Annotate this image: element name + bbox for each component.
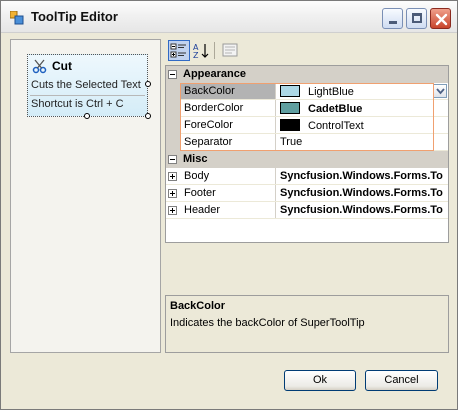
- window-title: ToolTip Editor: [31, 9, 118, 24]
- tooltip-title: Cut: [52, 59, 72, 73]
- description-text: Indicates the backColor of SuperToolTip: [170, 317, 365, 329]
- expand-icon[interactable]: [168, 206, 177, 215]
- resize-handle-bottom[interactable]: [84, 113, 90, 119]
- property-name[interactable]: Body: [181, 168, 276, 184]
- property-value[interactable]: Syncfusion.Windows.Forms.To: [277, 168, 448, 184]
- category-appearance[interactable]: Appearance: [166, 66, 448, 83]
- cancel-button[interactable]: Cancel: [365, 370, 438, 391]
- property-value-text: CadetBlue: [308, 103, 363, 115]
- property-row-body[interactable]: Body Syncfusion.Windows.Forms.To: [166, 168, 448, 185]
- svg-text:Z: Z: [193, 51, 199, 60]
- expand-icon[interactable]: [168, 189, 177, 198]
- property-grid-toolbar: A Z: [165, 39, 449, 63]
- app-icon: [10, 11, 24, 25]
- description-panel: BackColor Indicates the backColor of Sup…: [165, 295, 449, 353]
- resize-handle-right[interactable]: [145, 81, 151, 87]
- property-value[interactable]: LightBlue: [277, 83, 448, 99]
- property-value[interactable]: True: [277, 134, 448, 150]
- close-button[interactable]: [430, 8, 451, 29]
- property-row-forecolor[interactable]: ForeColor ControlText: [166, 117, 448, 134]
- close-icon: [435, 13, 448, 26]
- maximize-icon: [412, 13, 422, 23]
- property-name[interactable]: Header: [181, 202, 276, 218]
- dropdown-button[interactable]: [433, 84, 447, 98]
- tooltip-footer[interactable]: Shortcut is Ctrl + C: [31, 98, 124, 110]
- tooltip-editor-window: ToolTip Editor Cut Cuts the Selected Tex…: [0, 0, 458, 410]
- color-swatch: [280, 85, 300, 97]
- resize-handle-corner[interactable]: [145, 113, 151, 119]
- property-name[interactable]: BackColor: [181, 83, 276, 99]
- categorized-icon: [170, 43, 186, 58]
- property-name[interactable]: BorderColor: [181, 100, 276, 116]
- collapse-icon[interactable]: [168, 70, 177, 79]
- tooltip-header[interactable]: Cut: [32, 58, 72, 74]
- categorized-button[interactable]: [168, 40, 190, 61]
- alphabetical-button[interactable]: A Z: [191, 40, 213, 61]
- minimize-icon: [389, 21, 397, 24]
- description-title: BackColor: [170, 300, 226, 312]
- property-grid-panel: A Z Appearance BackColor LightBlue Borde…: [165, 39, 449, 353]
- title-bar[interactable]: ToolTip Editor: [1, 1, 457, 33]
- toolbar-separator: [214, 42, 215, 59]
- category-label: Appearance: [183, 68, 246, 80]
- expand-icon[interactable]: [168, 172, 177, 181]
- ok-button[interactable]: Ok: [284, 370, 356, 391]
- color-swatch: [280, 119, 300, 131]
- property-name[interactable]: Footer: [181, 185, 276, 201]
- maximize-button[interactable]: [406, 8, 427, 29]
- minimize-button[interactable]: [382, 8, 403, 29]
- tooltip-preview-panel: Cut Cuts the Selected Text Shortcut is C…: [10, 39, 161, 353]
- property-value-text: LightBlue: [308, 86, 354, 98]
- chevron-down-icon: [436, 88, 445, 95]
- color-swatch: [280, 102, 300, 114]
- property-value[interactable]: Syncfusion.Windows.Forms.To: [277, 185, 448, 201]
- alphabetical-icon: A Z: [193, 43, 209, 60]
- property-row-separator[interactable]: Separator True: [166, 134, 448, 151]
- property-value[interactable]: Syncfusion.Windows.Forms.To: [277, 202, 448, 218]
- property-pages-icon: [222, 43, 238, 57]
- property-value[interactable]: CadetBlue: [277, 100, 448, 116]
- property-name[interactable]: ForeColor: [181, 117, 276, 133]
- property-row-header[interactable]: Header Syncfusion.Windows.Forms.To: [166, 202, 448, 219]
- property-row-backcolor[interactable]: BackColor LightBlue: [166, 83, 448, 100]
- scissors-icon: [32, 59, 47, 74]
- tooltip-body[interactable]: Cuts the Selected Text: [31, 79, 141, 91]
- property-grid: Appearance BackColor LightBlue BorderCol…: [165, 65, 449, 243]
- property-pages-button[interactable]: [219, 40, 241, 61]
- property-value-text: ControlText: [308, 120, 364, 132]
- tooltip-preview[interactable]: Cut Cuts the Selected Text Shortcut is C…: [27, 54, 148, 117]
- property-value[interactable]: ControlText: [277, 117, 448, 133]
- tooltip-separator: [30, 95, 145, 96]
- category-label: Misc: [183, 153, 208, 165]
- property-row-bordercolor[interactable]: BorderColor CadetBlue: [166, 100, 448, 117]
- category-misc[interactable]: Misc: [166, 151, 448, 168]
- property-name[interactable]: Separator: [181, 134, 276, 150]
- property-row-footer[interactable]: Footer Syncfusion.Windows.Forms.To: [166, 185, 448, 202]
- collapse-icon[interactable]: [168, 155, 177, 164]
